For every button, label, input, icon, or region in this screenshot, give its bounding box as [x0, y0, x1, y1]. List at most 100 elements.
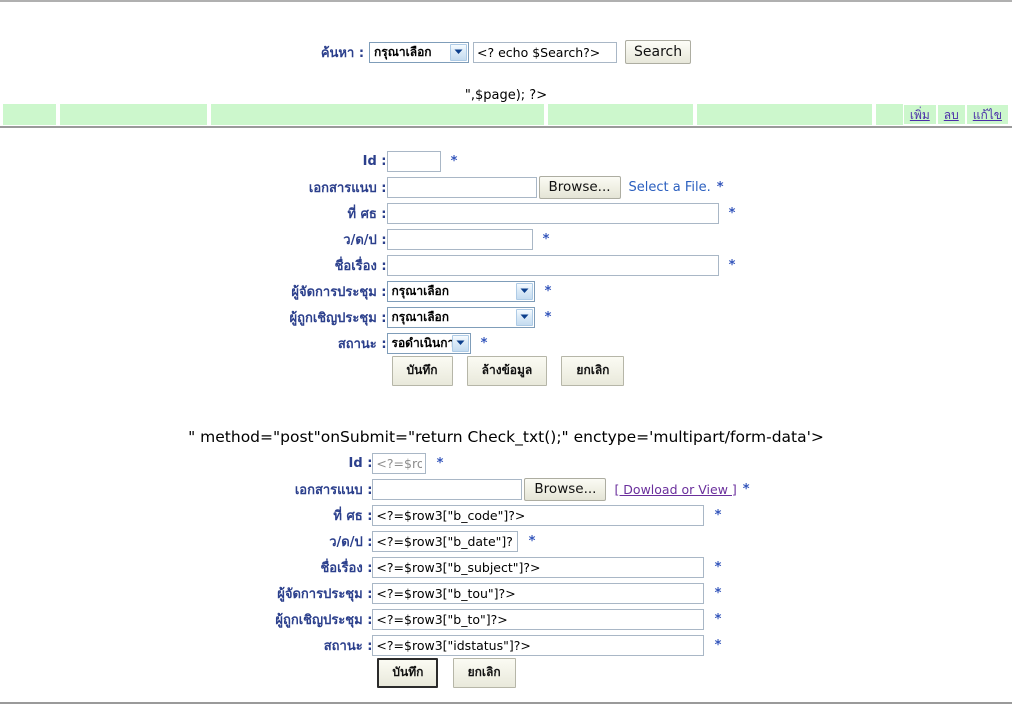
delete-record-cell[interactable]: ลบ: [937, 104, 966, 125]
edit-field-row-id: Id : *: [262, 450, 749, 476]
edit-record-fields: Id : * เอกสารแนบ : Browse... [ Dowload or…: [262, 450, 749, 688]
header-cell-4: [547, 103, 694, 126]
download-or-view-link[interactable]: [ Dowload or View ]: [614, 482, 736, 497]
required-star-date: *: [543, 232, 550, 247]
input-subject[interactable]: [387, 255, 719, 276]
search-category-select[interactable]: กรุณาเลือก: [369, 42, 469, 63]
bottom-divider: [0, 702, 1012, 704]
label-date: ว/ด/ป :: [277, 226, 387, 252]
edit-field-row-subject: ชื่อเรื่อง : *: [262, 554, 749, 580]
search-category-value: กรุณาเลือก: [374, 45, 432, 59]
edit-field-row-organizer: ผู้จัดการประชุม : *: [262, 580, 749, 606]
edit-input-organizer[interactable]: [372, 583, 704, 604]
edit-file-input-box[interactable]: [372, 479, 522, 500]
select-organizer[interactable]: กรุณาเลือก: [387, 281, 535, 302]
input-code[interactable]: [387, 203, 719, 224]
edit-form-buttons: บันทึก ยกเลิก: [372, 658, 749, 688]
top-divider: [0, 0, 1012, 2]
header-cell-2: [59, 103, 208, 126]
search-input[interactable]: [473, 42, 617, 63]
php-echo-line: ",$page); ?>: [0, 88, 1012, 103]
edit-browse-button[interactable]: Browse...: [524, 478, 606, 501]
cancel-button[interactable]: ยกเลิก: [561, 356, 624, 386]
field-id: *: [387, 148, 736, 174]
search-button[interactable]: Search: [625, 40, 691, 64]
select-invitee[interactable]: กรุณาเลือก: [387, 307, 535, 328]
edit-field-subject: *: [372, 554, 749, 580]
edit-required-star-organizer: *: [715, 586, 722, 601]
edit-label-attachment: เอกสารแนบ :: [262, 476, 372, 502]
edit-label-status: สถานะ :: [262, 632, 372, 658]
field-status: รอดำเนินการ *: [387, 330, 736, 356]
edit-input-date[interactable]: [372, 531, 518, 552]
chevron-down-icon: [452, 335, 469, 352]
field-row-date: ว/ด/ป : *: [277, 226, 736, 252]
edit-input-code[interactable]: [372, 505, 704, 526]
header-cell-5: [696, 103, 873, 126]
edit-label-code: ที่ ศธ :: [262, 502, 372, 528]
edit-input-id[interactable]: [372, 453, 426, 474]
field-row-attachment: เอกสารแนบ : Browse...Select a File.*: [277, 174, 736, 200]
clear-button[interactable]: ล้างข้อมูล: [467, 356, 548, 386]
field-attachment: Browse...Select a File.*: [387, 174, 736, 200]
edit-required-star-attachment: *: [743, 482, 750, 497]
edit-input-status[interactable]: [372, 635, 704, 656]
edit-field-row-date: ว/ด/ป : *: [262, 528, 749, 554]
edit-required-star-date: *: [529, 534, 536, 549]
edit-record-form: Id : * เอกสารแนบ : Browse... [ Dowload or…: [0, 450, 1012, 688]
new-record-form: Id : * เอกสารแนบ : Browse...Select a Fil…: [0, 148, 1012, 386]
edit-field-invitee: *: [372, 606, 749, 632]
edit-field-attachment: Browse... [ Dowload or View ] *: [372, 476, 749, 502]
search-label: ค้นหา :: [321, 42, 364, 63]
edit-required-star-status: *: [715, 638, 722, 653]
required-star-attachment: *: [717, 180, 724, 195]
edit-record-cell[interactable]: แก้ไข: [966, 104, 1009, 125]
field-date: *: [387, 226, 736, 252]
edit-field-row-status: สถานะ : *: [262, 632, 749, 658]
required-star-organizer: *: [545, 284, 552, 299]
edit-field-date: *: [372, 528, 749, 554]
header-bottom-divider: [0, 126, 1012, 128]
edit-input-invitee[interactable]: [372, 609, 704, 630]
input-date[interactable]: [387, 229, 533, 250]
edit-required-star-subject: *: [715, 560, 722, 575]
header-actions-cell: เพิ่ม ลบ แก้ไข: [875, 103, 1010, 126]
delete-record-link[interactable]: ลบ: [944, 108, 959, 122]
edit-cancel-button[interactable]: ยกเลิก: [453, 658, 516, 688]
edit-input-subject[interactable]: [372, 557, 704, 578]
label-status: สถานะ :: [277, 330, 387, 356]
field-row-invitee: ผู้ถูกเชิญประชุม : กรุณาเลือก *: [277, 304, 736, 330]
edit-field-id: *: [372, 450, 749, 476]
field-invitee: กรุณาเลือก *: [387, 304, 736, 330]
edit-label-subject: ชื่อเรื่อง :: [262, 554, 372, 580]
field-row-id: Id : *: [277, 148, 736, 174]
input-id[interactable]: [387, 151, 441, 172]
select-status[interactable]: รอดำเนินการ: [387, 333, 471, 354]
edit-record-link[interactable]: แก้ไข: [973, 108, 1002, 122]
header-cell-1: [2, 103, 57, 126]
file-input-box[interactable]: [387, 177, 537, 198]
select-organizer-value: กรุณาเลือก: [392, 284, 450, 298]
field-subject: *: [387, 252, 736, 278]
search-bar: ค้นหา : กรุณาเลือก Search: [0, 40, 1012, 64]
browse-button[interactable]: Browse...: [539, 176, 621, 199]
field-row-subject: ชื่อเรื่อง : *: [277, 252, 736, 278]
edit-field-row-code: ที่ ศธ : *: [262, 502, 749, 528]
edit-label-invitee: ผู้ถูกเชิญประชุม :: [262, 606, 372, 632]
add-record-cell[interactable]: เพิ่ม: [903, 104, 937, 125]
chevron-down-icon: [516, 309, 533, 326]
label-code: ที่ ศธ :: [277, 200, 387, 226]
edit-save-button[interactable]: บันทึก: [377, 658, 438, 688]
add-record-link[interactable]: เพิ่ม: [910, 108, 930, 122]
field-row-organizer: ผู้จัดการประชุม : กรุณาเลือก *: [277, 278, 736, 304]
save-button[interactable]: บันทึก: [392, 356, 453, 386]
form-tag-code-line: " method="post"onSubmit="return Check_tx…: [0, 428, 1012, 446]
edit-form-button-row: บันทึก ยกเลิก: [262, 658, 749, 688]
field-code: *: [387, 200, 736, 226]
field-organizer: กรุณาเลือก *: [387, 278, 736, 304]
required-star-code: *: [729, 206, 736, 221]
select-status-value: รอดำเนินการ: [392, 336, 461, 350]
select-invitee-value: กรุณาเลือก: [392, 310, 450, 324]
field-row-code: ที่ ศธ : *: [277, 200, 736, 226]
edit-field-row-invitee: ผู้ถูกเชิญประชุม : *: [262, 606, 749, 632]
